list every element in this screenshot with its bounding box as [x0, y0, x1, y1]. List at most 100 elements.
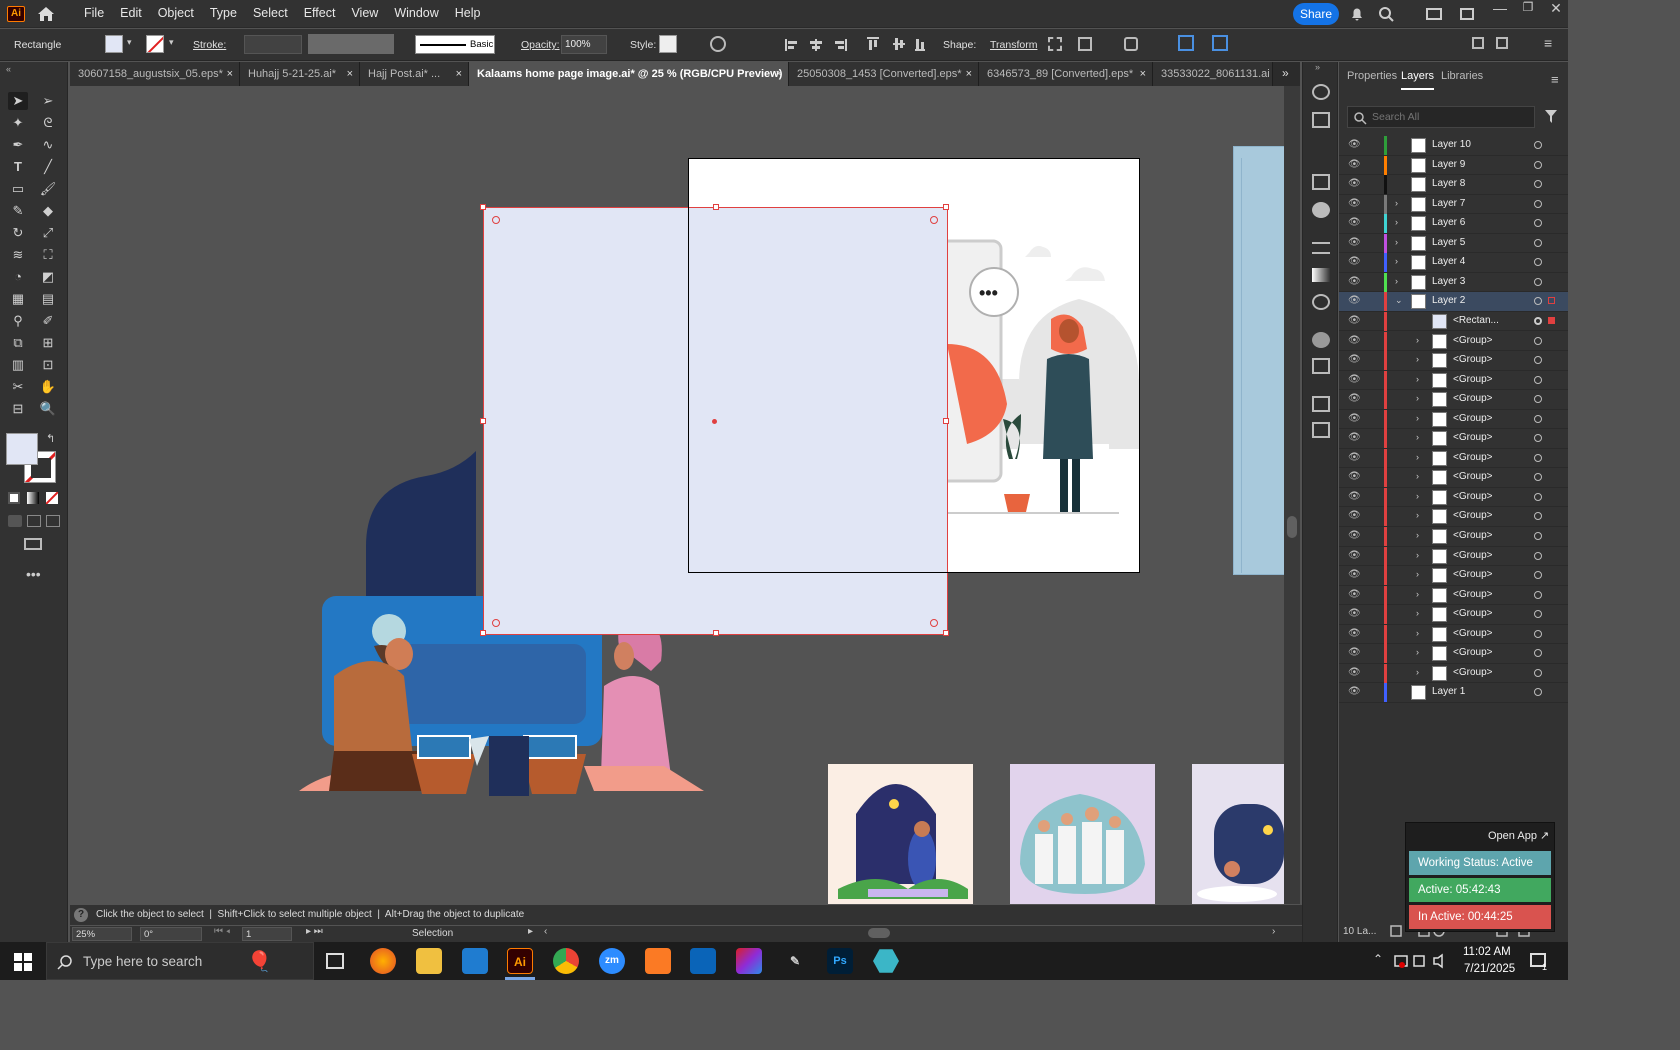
scroll-thumb[interactable] [1287, 516, 1297, 538]
file-explorer-icon[interactable] [416, 948, 442, 974]
layer-name[interactable]: <Group> [1453, 530, 1492, 541]
tab-layers[interactable]: Layers [1401, 70, 1435, 90]
arrange-icon[interactable] [1460, 8, 1474, 20]
align-icons[interactable] [785, 37, 925, 51]
tray-chevron-icon[interactable]: ⌃ [1373, 952, 1383, 966]
menu-icon[interactable]: ≡ [1544, 35, 1552, 51]
eye-icon[interactable]: 👁 [1348, 471, 1362, 483]
gradient-tool-icon[interactable]: ▤ [38, 290, 58, 308]
draw-inside-icon[interactable] [46, 515, 60, 527]
gradient-mode-icon[interactable] [27, 492, 39, 504]
layer-name[interactable]: Layer 7 [1432, 198, 1465, 209]
layer-row[interactable]: 👁 ⌄ Layer 2 [1339, 292, 1568, 312]
tab-properties[interactable]: Properties [1347, 70, 1397, 90]
chrome-icon[interactable] [553, 948, 579, 974]
symbol-sprayer-icon[interactable]: ⊞ [38, 334, 58, 352]
tab-doc-3[interactable]: Hajj Post.ai* ... × [360, 62, 469, 86]
eraser-icon[interactable]: ◆ [38, 202, 58, 220]
layer-name[interactable]: Layer 6 [1432, 217, 1465, 228]
lasso-icon[interactable]: ᘓ [38, 114, 58, 132]
target-icon[interactable] [1534, 395, 1542, 404]
bell-icon[interactable] [1349, 6, 1365, 22]
scroll-left-icon[interactable]: ‹ [544, 926, 547, 937]
layer-row[interactable]: 👁 › Layer 6 [1339, 214, 1568, 234]
asset-export-icon[interactable] [1312, 358, 1330, 374]
layer-name[interactable]: <Rectan... [1453, 315, 1499, 326]
layer-row[interactable]: 👁 › Layer 4 [1339, 253, 1568, 273]
variable-width-field[interactable] [308, 34, 394, 54]
expand-chevron-icon[interactable]: › [1416, 335, 1419, 345]
workspace-icon[interactable] [1426, 8, 1442, 20]
expand-chevron-icon[interactable]: › [1416, 413, 1419, 423]
close-icon[interactable]: × [456, 62, 462, 86]
fill-swatch[interactable] [105, 35, 123, 53]
expand-chevron-icon[interactable]: › [1416, 608, 1419, 618]
expand-chevron-icon[interactable]: › [1416, 354, 1419, 364]
sublayer-row[interactable]: 👁 › <Group> [1339, 605, 1568, 625]
expand-chevron-icon[interactable]: › [1395, 256, 1398, 266]
more-tools-icon[interactable]: ••• [26, 566, 41, 582]
style-swatch[interactable] [659, 35, 677, 53]
layer-name[interactable]: Layer 10 [1432, 139, 1471, 150]
menu-help[interactable]: Help [447, 0, 489, 28]
help-icon[interactable]: ? [74, 908, 88, 922]
layer-name[interactable]: <Group> [1453, 354, 1492, 365]
sublayer-row[interactable]: 👁 › <Group> [1339, 566, 1568, 586]
menu-window[interactable]: Window [386, 0, 446, 28]
zoom-tool-icon[interactable]: 🔍 [38, 400, 58, 418]
layer-name[interactable]: <Group> [1453, 452, 1492, 463]
target-icon[interactable] [1534, 649, 1542, 658]
free-transform-icon[interactable]: ⛶ [38, 246, 58, 264]
selection-tool-icon[interactable]: ➤ [8, 92, 28, 110]
mesh-tool-icon[interactable]: ▦ [8, 290, 28, 308]
print-tiling-icon[interactable]: ⊟ [8, 400, 28, 418]
handle-br[interactable] [943, 630, 949, 636]
target-icon[interactable] [1534, 492, 1542, 501]
layer-name[interactable]: <Group> [1453, 491, 1492, 502]
expand-chevron-icon[interactable]: › [1395, 217, 1398, 227]
target-icon[interactable] [1534, 571, 1542, 580]
magic-wand-icon[interactable]: ✦ [8, 114, 28, 132]
expand-chevron-icon[interactable]: ⌄ [1395, 295, 1403, 306]
none-mode-icon[interactable] [46, 492, 58, 504]
menu-effect[interactable]: Effect [296, 0, 344, 28]
eye-icon[interactable]: 👁 [1348, 335, 1362, 347]
stroke-weight-input[interactable] [244, 35, 302, 54]
layer-name[interactable]: Layer 8 [1432, 178, 1465, 189]
target-icon[interactable] [1534, 610, 1542, 619]
sublayer-row[interactable]: 👁 › <Group> [1339, 507, 1568, 527]
target-icon[interactable] [1534, 590, 1542, 599]
shaper-tool-icon[interactable]: ✎ [8, 202, 28, 220]
hexagon-app-icon[interactable] [873, 949, 899, 973]
eye-icon[interactable]: 👁 [1348, 628, 1362, 640]
handle-tl[interactable] [480, 204, 486, 210]
panel-menu-icon[interactable]: ≡ [1551, 72, 1559, 87]
layer-row[interactable]: 👁 Layer 9 [1339, 155, 1568, 176]
close-button[interactable]: ✕ [1546, 0, 1566, 20]
brushes-icon[interactable] [1312, 174, 1330, 190]
canvas[interactable]: ••• [69, 86, 1284, 904]
outlook-icon[interactable] [690, 948, 716, 974]
curvature-tool-icon[interactable]: ∿ [38, 136, 58, 154]
sublayer-row[interactable]: 👁 › <Group> [1339, 624, 1568, 645]
eye-icon[interactable]: 👁 [1348, 295, 1362, 307]
symbols-icon[interactable] [1312, 202, 1330, 218]
sublayer-row[interactable]: 👁 › <Group> [1339, 429, 1568, 449]
layer-row[interactable]: 👁 › Layer 7 [1339, 194, 1568, 215]
expand-chevron-icon[interactable]: › [1416, 510, 1419, 520]
draw-normal-icon[interactable] [8, 515, 22, 527]
eye-icon[interactable]: 👁 [1348, 393, 1362, 405]
layer-name[interactable]: <Group> [1453, 589, 1492, 600]
target-icon[interactable] [1534, 238, 1542, 247]
minimize-button[interactable]: — [1490, 0, 1510, 20]
direct-selection-tool-icon[interactable]: ➢ [38, 92, 58, 110]
menu-view[interactable]: View [343, 0, 386, 28]
filter-icon[interactable] [1545, 110, 1557, 124]
menu-select[interactable]: Select [245, 0, 296, 28]
eye-icon[interactable]: 👁 [1348, 589, 1362, 601]
sublayer-row[interactable]: 👁 › <Group> [1339, 585, 1568, 606]
expand-chevron-icon[interactable]: › [1416, 530, 1419, 540]
slice-tool-icon[interactable]: ✂ [8, 378, 28, 396]
layer-name[interactable]: <Group> [1453, 667, 1492, 678]
scroll-right-icon[interactable]: › [1272, 926, 1275, 937]
